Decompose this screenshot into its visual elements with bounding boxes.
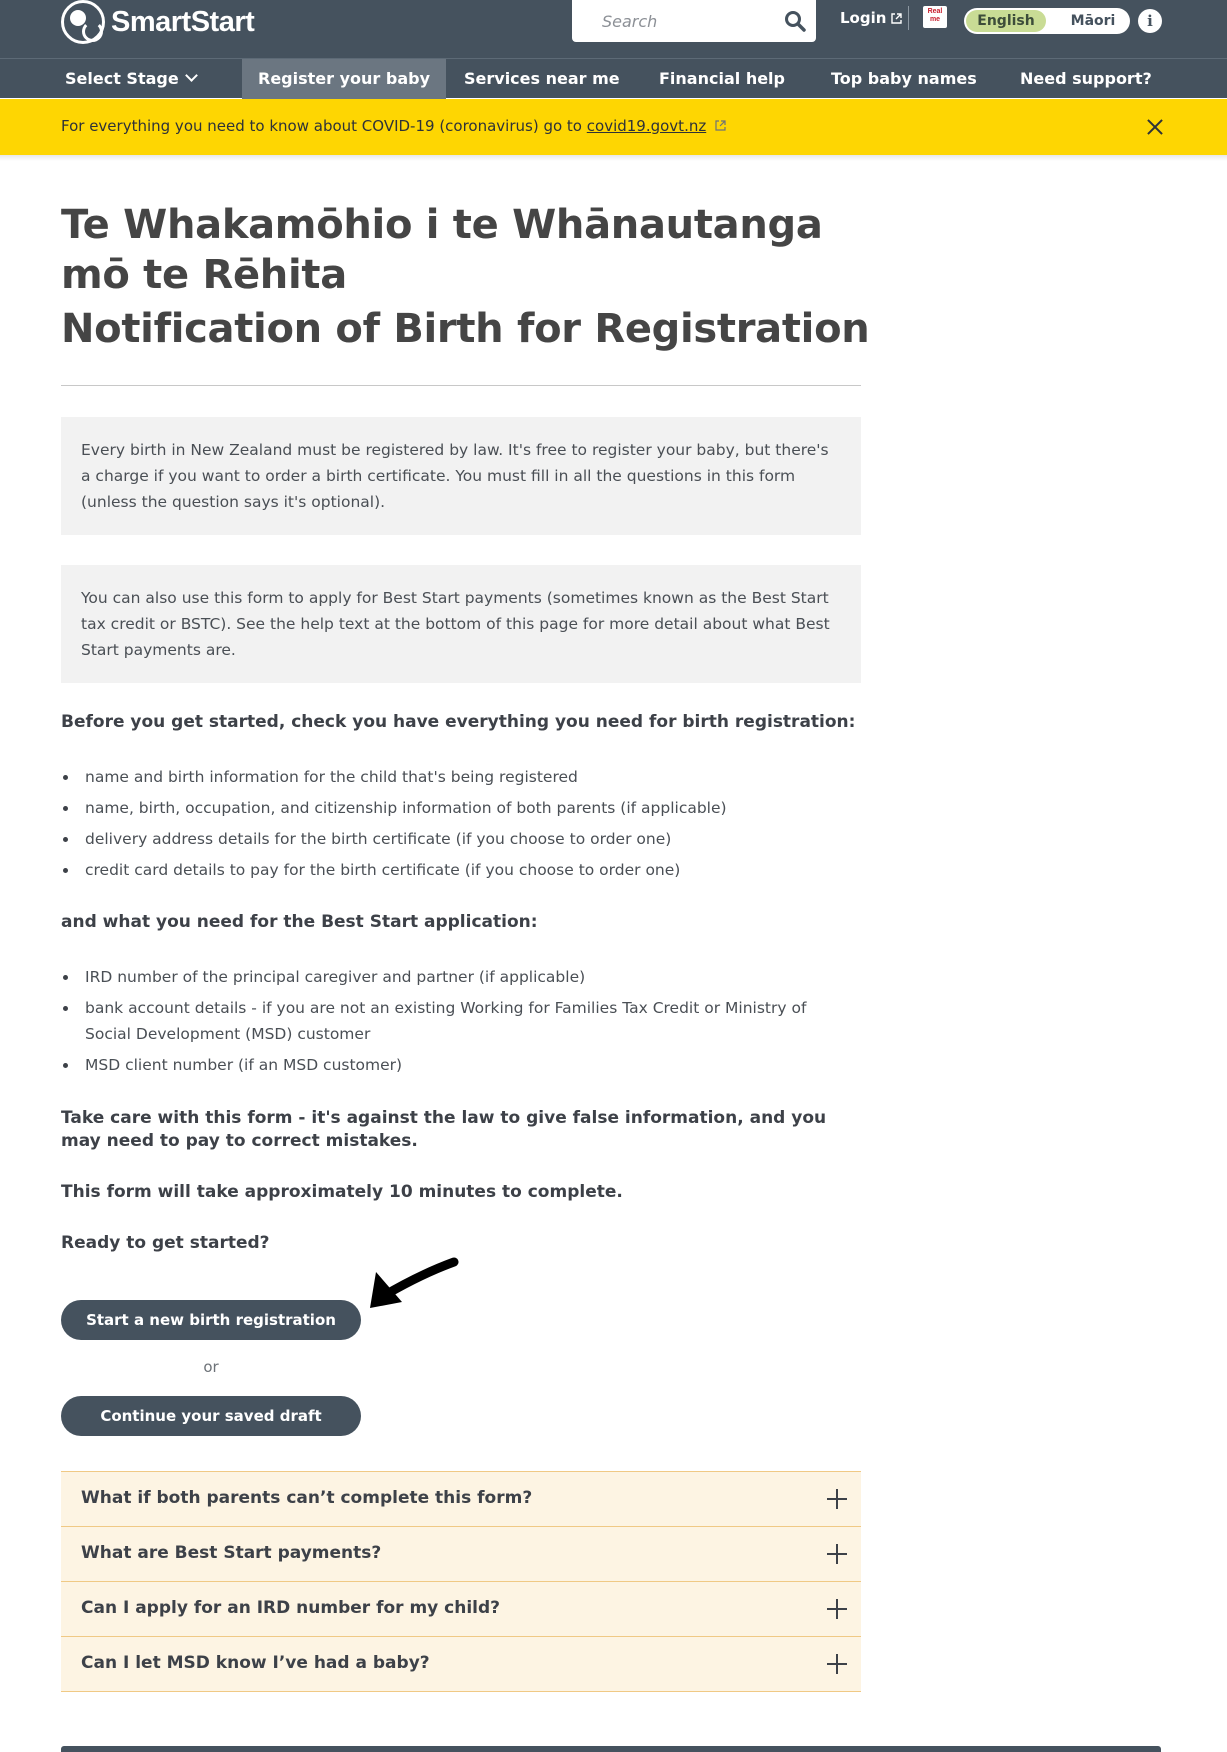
login-link[interactable]: Login: [840, 9, 903, 27]
external-link-icon: [891, 12, 903, 24]
plus-icon[interactable]: [827, 1599, 847, 1619]
external-link-icon: [715, 120, 726, 131]
realme-logo[interactable]: Real me: [923, 6, 947, 28]
covid-banner: For everything you need to know about CO…: [0, 99, 1227, 155]
list-item: bank account details - if you are not an…: [61, 995, 841, 1047]
covid-link[interactable]: covid19.govt.nz: [587, 117, 706, 135]
registration-notice: Every birth in New Zealand must be regis…: [61, 417, 861, 535]
page-title-maori: Te Whakamōhio i te Whānautanga mō te Rēh…: [61, 202, 823, 298]
language-maori-option[interactable]: Māori: [1058, 10, 1128, 32]
accordion-item[interactable]: Can I let MSD know I’ve had a baby?: [61, 1637, 861, 1692]
banner-close-icon[interactable]: [1145, 117, 1165, 137]
nav-top-baby-names[interactable]: Top baby names: [831, 59, 977, 99]
nav-services-near-me[interactable]: Services near me: [464, 59, 620, 99]
arrow-annotation-icon: [370, 1257, 459, 1308]
start-registration-button[interactable]: Start a new birth registration: [61, 1300, 361, 1340]
checklist-heading: Before you get started, check you have e…: [61, 712, 856, 732]
accordion-label: What if both parents can’t complete this…: [81, 1488, 533, 1508]
accordion-label: Can I let MSD know I’ve had a baby?: [81, 1653, 430, 1673]
banner-message: For everything you need to know about CO…: [61, 117, 587, 135]
accordion-item[interactable]: What are Best Start payments?: [61, 1527, 861, 1582]
language-english-option[interactable]: English: [966, 10, 1046, 32]
accordion-label: What are Best Start payments?: [81, 1543, 382, 1563]
plus-icon[interactable]: [827, 1654, 847, 1674]
continue-draft-button[interactable]: Continue your saved draft: [61, 1396, 361, 1436]
checklist: name and birth information for the child…: [61, 764, 861, 888]
login-label: Login: [840, 9, 887, 27]
accordion-label: Can I apply for an IRD number for my chi…: [81, 1598, 501, 1618]
logo-text: SmartStart: [111, 5, 255, 38]
banner-shadow: [0, 155, 1227, 161]
info-icon[interactable]: i: [1138, 9, 1162, 33]
nav-item-label: Select Stage: [65, 69, 179, 88]
best-start-list: IRD number of the principal caregiver an…: [61, 964, 861, 1083]
plus-icon[interactable]: [827, 1544, 847, 1564]
footer-border: [61, 1746, 1161, 1752]
list-item: MSD client number (if an MSD customer): [61, 1052, 861, 1078]
plus-icon[interactable]: [827, 1489, 847, 1509]
page-title-english: Notification of Birth for Registration: [61, 306, 870, 352]
banner-text: For everything you need to know about CO…: [61, 117, 726, 135]
search-input[interactable]: [572, 0, 772, 42]
legal-warning: Take care with this form - it's against …: [61, 1108, 827, 1151]
language-toggle[interactable]: English Māori: [964, 8, 1130, 34]
or-separator: or: [203, 1358, 219, 1376]
smartstart-logo[interactable]: SmartStart: [61, 0, 255, 44]
site-header: SmartStart Login Real me English Māori i: [0, 0, 1227, 58]
faq-accordion: What if both parents can’t complete this…: [61, 1471, 861, 1692]
accordion-item[interactable]: Can I apply for an IRD number for my chi…: [61, 1582, 861, 1637]
best-start-heading: and what you need for the Best Start app…: [61, 912, 538, 932]
search-icon[interactable]: [784, 10, 806, 32]
accordion-item[interactable]: What if both parents can’t complete this…: [61, 1472, 861, 1527]
list-item: credit card details to pay for the birth…: [61, 857, 861, 883]
list-item: name, birth, occupation, and citizenship…: [61, 795, 861, 821]
search-box: [572, 0, 816, 42]
nav-register-your-baby[interactable]: Register your baby: [242, 59, 446, 99]
title-divider: [61, 385, 861, 386]
header-divider: [908, 6, 909, 30]
main-nav: Select Stage Register your baby Services…: [0, 58, 1227, 99]
chevron-down-icon: [184, 69, 198, 82]
nav-select-stage[interactable]: Select Stage: [65, 59, 198, 99]
list-item: IRD number of the principal caregiver an…: [61, 964, 861, 990]
list-item: name and birth information for the child…: [61, 764, 861, 790]
best-start-notice: You can also use this form to apply for …: [61, 565, 861, 683]
nav-need-support[interactable]: Need support?: [1020, 59, 1152, 99]
logo-icon: [61, 0, 105, 44]
nav-financial-help[interactable]: Financial help: [659, 59, 785, 99]
duration-note: This form will take approximately 10 min…: [61, 1182, 623, 1202]
list-item: delivery address details for the birth c…: [61, 826, 861, 852]
